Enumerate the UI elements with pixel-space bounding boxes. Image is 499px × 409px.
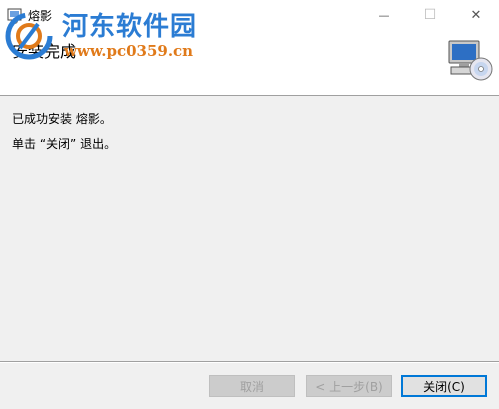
close-icon: ✕ — [470, 7, 482, 23]
minimize-button[interactable]: — — [361, 0, 407, 30]
maximize-icon: ☐ — [423, 7, 437, 23]
window-title: 熔影 — [28, 9, 53, 23]
close-button[interactable]: 关闭(C) — [401, 375, 487, 397]
installer-app-icon — [6, 6, 24, 24]
header-banner: 安装完成 — [0, 30, 499, 96]
content-area: 已成功安装 熔影。 单击 “关闭” 退出。 — [0, 97, 499, 361]
back-button[interactable]: < 上一步(B) — [306, 375, 392, 397]
close-window-button[interactable]: ✕ — [453, 0, 499, 30]
page-title: 安装完成 — [12, 42, 77, 61]
footer-divider — [0, 361, 499, 363]
cancel-button[interactable]: 取消 — [209, 375, 295, 397]
success-message: 已成功安装 熔影。 — [12, 112, 112, 126]
exit-instruction: 单击 “关闭” 退出。 — [12, 137, 117, 151]
title-bar: 熔影 — ☐ ✕ — [0, 0, 499, 30]
maximize-button[interactable]: ☐ — [407, 0, 453, 30]
minimize-icon: — — [378, 8, 390, 22]
computer-cd-icon — [445, 37, 493, 85]
